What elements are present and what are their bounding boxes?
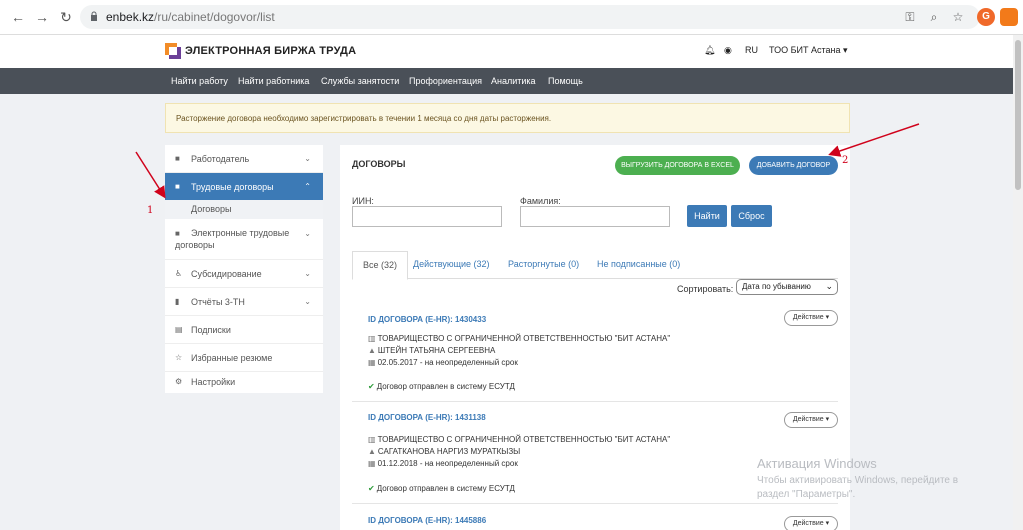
annotation-arrow-1 (135, 151, 166, 199)
star-icon[interactable]: ☆ (950, 9, 966, 25)
lock-icon (91, 11, 97, 21)
annotation-label-1: 1 (147, 205, 154, 216)
surname-input[interactable] (520, 206, 670, 227)
url-text: enbek.kz/ru/cabinet/dogovor/list (106, 10, 275, 24)
briefcase-icon: ■ (175, 182, 180, 191)
calendar-icon: ▦ (368, 459, 376, 468)
windows-activation-watermark: Активация Windows (757, 456, 877, 471)
nav-find-job[interactable]: Найти работу (171, 76, 228, 86)
address-bar[interactable]: enbek.kz/ru/cabinet/dogovor/list (80, 5, 980, 29)
sidebar-item-subsidies[interactable]: ♿︎ Субсидирование ⌄ (165, 260, 323, 287)
sidebar-item-employer[interactable]: ■ Работодатель ⌄ (165, 145, 323, 172)
reset-button[interactable]: Сброс (731, 205, 772, 227)
tab-active-contracts[interactable]: Действующие (32) (413, 259, 490, 269)
contract-id[interactable]: ID ДОГОВОРА (E-HR): 1430433 (368, 315, 486, 324)
browser-toolbar: ← → ↻ enbek.kz/ru/cabinet/dogovor/list ⚿… (0, 0, 1023, 35)
export-excel-button[interactable]: ВЫГРУЗИТЬ ДОГОВОРА В EXCEL (615, 156, 740, 175)
profile-avatar[interactable]: G (977, 8, 995, 26)
contract-item: ID ДОГОВОРА (E-HR): 1445886 Действие ▾ (352, 504, 838, 530)
alert-text: Расторжение договора необходимо зарегист… (176, 114, 552, 123)
sidebar: ■ Работодатель ⌄ ■ Трудовые договоры ⌃ Д… (165, 145, 323, 393)
action-dropdown[interactable]: Действие ▾ (784, 412, 838, 428)
institution-icon: ▥ (368, 334, 376, 343)
surname-label: Фамилия: (520, 196, 561, 206)
tab-unsigned[interactable]: Не подписанные (0) (597, 259, 680, 269)
nav-employment-services[interactable]: Службы занятости (321, 76, 399, 86)
check-icon: ✔ (368, 484, 375, 493)
file-icon: ▮ (175, 297, 180, 306)
contract-tabs: Все (32) Действующие (32) Расторгнутые (… (352, 251, 838, 280)
star-icon: ☆ (175, 353, 183, 362)
find-button[interactable]: Найти (687, 205, 727, 227)
eye-icon[interactable]: ◉ (724, 45, 732, 56)
back-icon[interactable]: ← (10, 9, 26, 25)
action-dropdown[interactable]: Действие ▾ (784, 310, 838, 326)
chevron-down-icon: ⌄ (304, 269, 311, 278)
warning-alert: Расторжение договора необходимо зарегист… (165, 103, 850, 133)
user-icon: ▲ (368, 346, 376, 355)
main-nav: Найти работу Найти работника Службы заня… (0, 68, 1023, 94)
language-switcher[interactable]: RU (745, 45, 758, 55)
sidebar-item-labor-contracts[interactable]: ■ Трудовые договоры ⌃ (165, 173, 323, 200)
site-logo[interactable]: ЭЛЕКТРОННАЯ БИРЖА ТРУДА (165, 43, 356, 59)
key-icon[interactable]: ⚿ (902, 9, 918, 25)
chevron-down-icon: ⌄ (825, 281, 833, 291)
sidebar-item-contracts[interactable]: Договоры (165, 200, 323, 219)
sidebar-item-subscriptions[interactable]: ▤ Подписки (165, 316, 323, 343)
scrollbar-thumb[interactable] (1015, 40, 1021, 190)
reload-icon[interactable]: ↻ (58, 9, 74, 25)
check-icon: ✔ (368, 382, 375, 391)
annotation-label-2: 2 (842, 155, 849, 166)
site-header: ЭЛЕКТРОННАЯ БИРЖА ТРУДА 🔔︎ ◉ RU ТОО БИТ … (0, 35, 1023, 68)
zoom-icon[interactable]: ⌕ (926, 9, 942, 25)
action-dropdown[interactable]: Действие ▾ (784, 516, 838, 530)
sidebar-item-favorite-resumes[interactable]: ☆ Избранные резюме (165, 344, 323, 371)
contract-id[interactable]: ID ДОГОВОРА (E-HR): 1431138 (368, 413, 486, 422)
chevron-up-icon: ⌃ (304, 182, 311, 191)
forward-icon[interactable]: → (34, 9, 50, 25)
logo-icon (165, 43, 181, 59)
sidebar-item-reports[interactable]: ▮ Отчёты 3-ТН ⌄ (165, 288, 323, 315)
sort-label: Сортировать: (677, 284, 734, 294)
tab-terminated[interactable]: Расторгнутые (0) (508, 259, 579, 269)
contract-id[interactable]: ID ДОГОВОРА (E-HR): 1445886 (368, 516, 486, 525)
user-menu[interactable]: ТОО БИТ Астана ▾ (769, 45, 848, 56)
sidebar-item-settings[interactable]: ⚙ Настройки (165, 372, 323, 393)
nav-find-worker[interactable]: Найти работника (238, 76, 309, 86)
tab-all[interactable]: Все (32) (352, 251, 409, 280)
nav-career-guidance[interactable]: Профориентация (409, 76, 482, 86)
logo-text: ЭЛЕКТРОННАЯ БИРЖА ТРУДА (185, 45, 357, 57)
user-icon: ▲ (368, 447, 376, 456)
briefcase-icon: ■ (175, 154, 180, 163)
chevron-down-icon: ⌄ (304, 154, 311, 163)
newspaper-icon: ▤ (175, 325, 183, 334)
add-contract-button[interactable]: ДОБАВИТЬ ДОГОВОР (749, 156, 838, 175)
iin-input[interactable] (352, 206, 502, 227)
chevron-down-icon: ⌄ (304, 229, 311, 238)
chevron-down-icon: ⌄ (304, 297, 311, 306)
nav-analytics[interactable]: Аналитика (491, 76, 536, 86)
sidebar-item-electronic-contracts[interactable]: ■ Электронные трудовые договоры ⌄ (165, 219, 323, 259)
extension-icon[interactable] (1000, 8, 1018, 26)
iin-label: ИИН: (352, 196, 374, 206)
page-title: ДОГОВОРЫ (352, 159, 406, 169)
contracts-panel: ДОГОВОРЫ ВЫГРУЗИТЬ ДОГОВОРА В EXCEL ДОБА… (340, 145, 850, 530)
institution-icon: ▥ (368, 435, 376, 444)
calendar-icon: ▦ (368, 358, 376, 367)
accessibility-icon: ♿︎ (175, 269, 183, 278)
contract-item: ID ДОГОВОРА (E-HR): 1430433 Действие ▾ ▥… (352, 300, 838, 402)
nav-help[interactable]: Помощь (548, 76, 583, 86)
windows-activation-text: Чтобы активировать Windows, перейдите вр… (757, 475, 959, 500)
bell-icon[interactable]: 🔔︎ (704, 45, 715, 56)
gear-icon: ⚙ (175, 377, 183, 386)
sort-select[interactable]: Дата по убыванию ⌄ (736, 279, 838, 295)
